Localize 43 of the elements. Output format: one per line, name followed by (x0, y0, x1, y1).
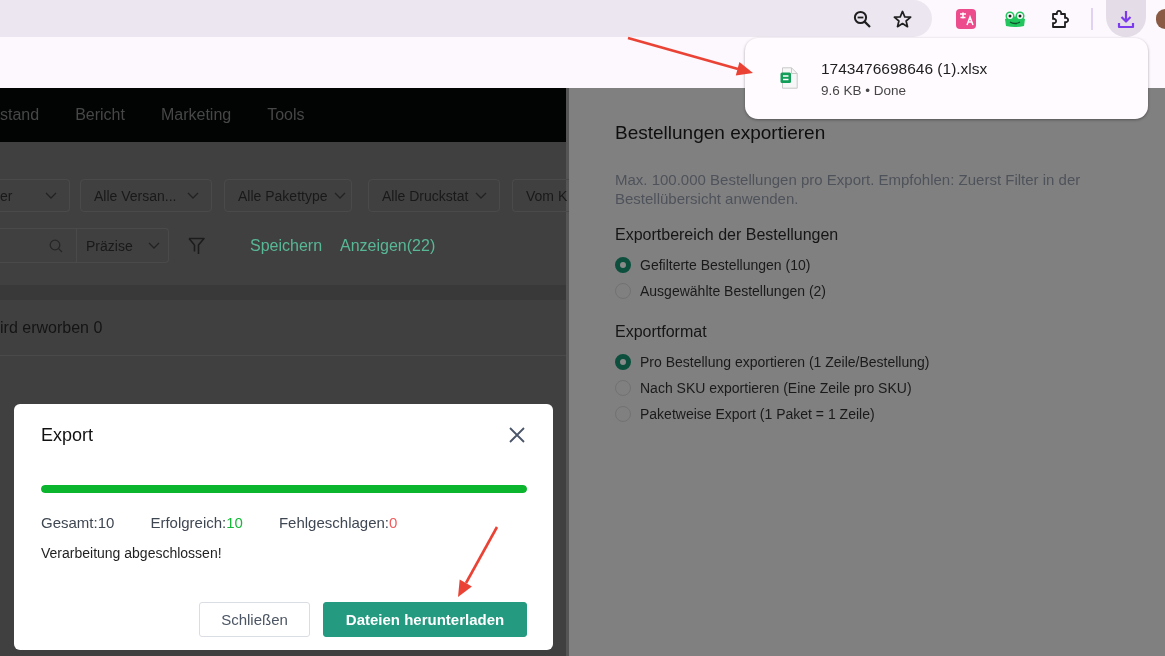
drawer-title: Bestellungen exportieren (615, 122, 827, 144)
translate-icon[interactable] (956, 8, 977, 29)
annotation-arrow (458, 526, 499, 597)
star-icon[interactable] (893, 9, 913, 28)
radio-button[interactable] (615, 257, 631, 273)
nav-item[interactable]: Tools (267, 106, 305, 124)
zoom-out-icon[interactable] (853, 9, 872, 28)
avatar-icon[interactable] (1156, 8, 1165, 29)
frog-icon[interactable] (1004, 9, 1027, 28)
file-details: 9.6 KB • Done (821, 81, 907, 99)
status-message: Verarbeitung abgeschlossen! (41, 545, 223, 561)
spreadsheet-file-icon (780, 66, 798, 89)
stat-text: Gesamt:10 (41, 513, 115, 531)
radio-button[interactable] (615, 354, 631, 370)
chevron-down-icon (475, 192, 487, 199)
chevron-down-icon (187, 192, 199, 199)
close-icon[interactable] (509, 427, 525, 443)
action-link[interactable]: Speichern (250, 236, 323, 255)
file-name[interactable]: 1743476698646 (1).xlsx (821, 58, 988, 79)
radio-label[interactable]: Paketweise Export (1 Paket = 1 Zeile) (640, 406, 875, 422)
nav-item[interactable]: stand (0, 106, 40, 124)
radio-label[interactable]: Pro Bestellung exportieren (1 Zeile/Bestellung) (640, 354, 930, 370)
radio-label[interactable]: Nach SKU exportieren (Eine Zeile pro SKU) (640, 380, 912, 396)
chevron-down-icon (45, 192, 57, 199)
download-icon (1116, 8, 1137, 29)
section-heading: Exportbereich der Bestellungen (615, 225, 840, 245)
search-icon (49, 238, 63, 253)
close-button[interactable]: Schließen (199, 602, 310, 637)
nav-item[interactable]: Marketing (160, 106, 232, 124)
stat-text: Erfolgreich:10 (150, 513, 243, 531)
action-link[interactable]: Anzeigen(22) (340, 236, 436, 255)
nav-item[interactable]: Bericht (75, 106, 125, 124)
chevron-down-icon (148, 242, 160, 249)
puzzle-icon[interactable] (1050, 8, 1071, 29)
dialog-title: Export (41, 424, 94, 446)
chevron-down-icon (333, 192, 346, 199)
stat-text: Fehlgeschlagen:0 (278, 513, 398, 531)
radio-label[interactable]: Gefilterte Bestellungen (10) (640, 257, 811, 273)
search-field[interactable] (0, 228, 77, 263)
download-button[interactable] (1106, 0, 1147, 37)
section-heading: Exportformat (615, 322, 708, 342)
radio-label[interactable]: Ausgewählte Bestellungen (2) (640, 283, 826, 299)
download-files-button[interactable]: Dateien herunterladen (323, 602, 527, 637)
